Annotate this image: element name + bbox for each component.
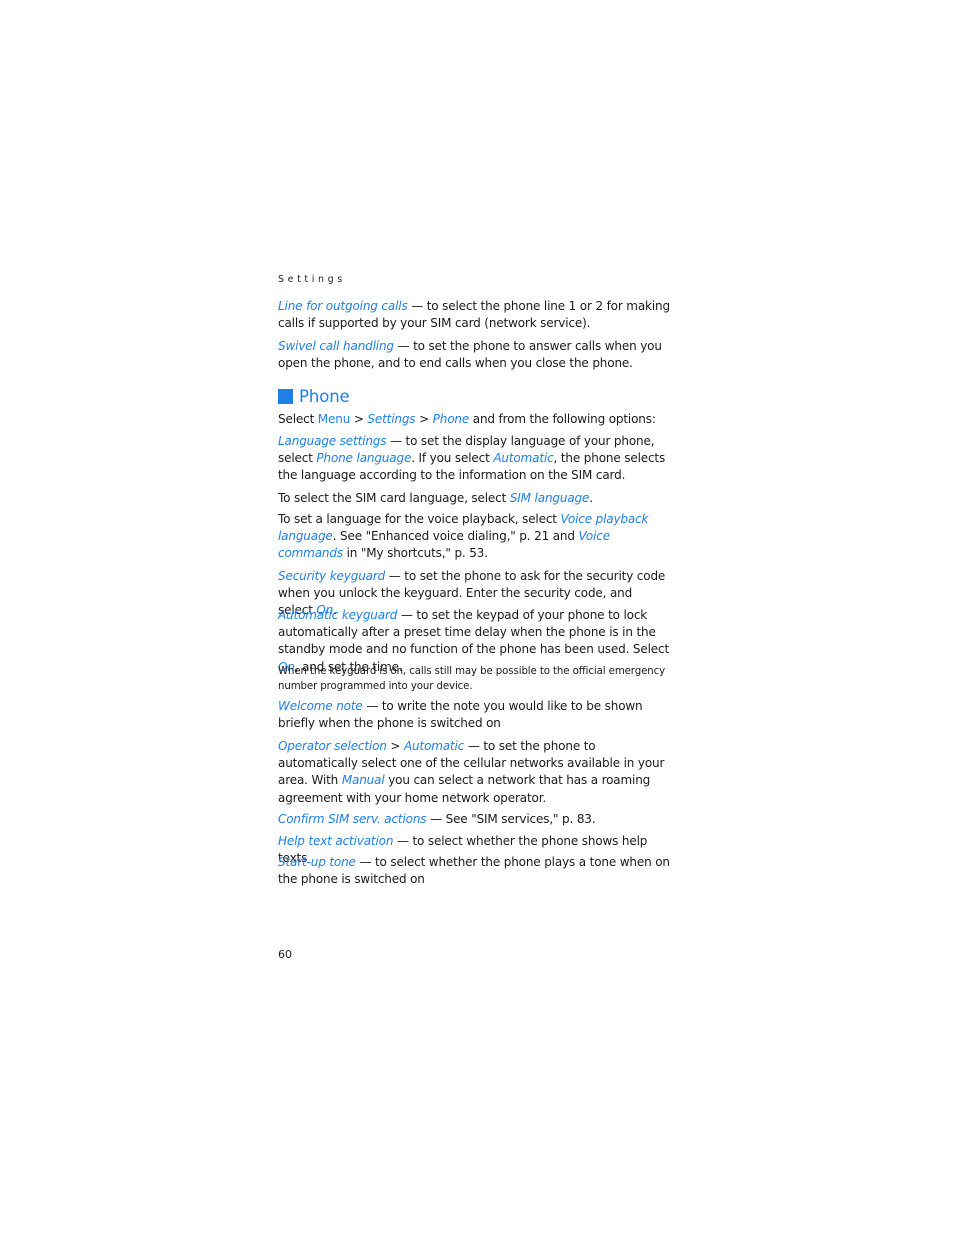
term-link[interactable]: Confirm SIM serv. actions — [278, 812, 427, 826]
item-text: — See "SIM services," p. 83. — [426, 812, 596, 826]
option-automatic[interactable]: Automatic — [493, 451, 553, 465]
item-sim-language: To select the SIM card language, select … — [278, 490, 670, 507]
term-link[interactable]: Security keyguard — [278, 569, 385, 583]
term-link[interactable]: Line for outgoing calls — [278, 299, 408, 313]
option-sim-language[interactable]: SIM language — [510, 491, 590, 505]
term-link[interactable]: Help text activation — [278, 834, 393, 848]
item-text: . See "Enhanced voice dialing," p. 21 an… — [332, 529, 579, 544]
term-link[interactable]: Start-up tone — [278, 855, 356, 869]
item-text: To set a language for the voice playback… — [278, 512, 561, 526]
term-link[interactable]: Swivel call handling — [278, 339, 394, 353]
item-swivel-call-handling: Swivel call handling — to set the phone … — [278, 338, 670, 372]
path-phone[interactable]: Phone — [433, 412, 470, 426]
intro-text: and from the following options: — [469, 412, 656, 426]
keyguard-note: When the keyguard is on, calls still may… — [278, 666, 666, 693]
option-manual[interactable]: Manual — [342, 773, 385, 787]
path-settings[interactable]: Settings — [367, 412, 415, 426]
running-head: Settings — [278, 274, 346, 285]
term-link[interactable]: Automatic keyguard — [278, 608, 397, 622]
path-separator: > — [386, 739, 404, 753]
item-line-for-outgoing-calls: Line for outgoing calls — to select the … — [278, 298, 670, 332]
section-heading: Phone — [278, 387, 350, 406]
item-operator-selection: Operator selection > Automatic — to set … — [278, 738, 670, 807]
intro-text: Select — [278, 412, 318, 426]
path-separator: > — [350, 412, 368, 426]
path-separator: > — [415, 412, 433, 426]
item-voice-playback: To set a language for the voice playback… — [278, 511, 670, 563]
term-link[interactable]: Welcome note — [278, 699, 363, 713]
item-welcome-note: Welcome note — to write the note you wou… — [278, 698, 670, 732]
page-number: 60 — [278, 948, 292, 961]
option-automatic[interactable]: Automatic — [404, 739, 464, 753]
item-language-settings: Language settings — to set the display l… — [278, 433, 670, 485]
section-intro: Select Menu > Settings > Phone and from … — [278, 411, 670, 428]
term-link[interactable]: Language settings — [278, 434, 386, 448]
menu-label[interactable]: Menu — [318, 412, 351, 426]
item-text: in "My shortcuts," p. 53. — [342, 546, 488, 561]
term-link[interactable]: Operator selection — [278, 739, 387, 753]
item-text: . — [589, 491, 593, 505]
heading-square-icon — [278, 389, 293, 404]
option-phone-language[interactable]: Phone language — [316, 451, 411, 465]
item-text: To select the SIM card language, select — [278, 491, 510, 505]
section-title: Phone — [299, 387, 350, 406]
item-text: . If you select — [411, 451, 494, 466]
item-start-up-tone: Start-up tone — to select whether the ph… — [278, 854, 670, 888]
item-confirm-sim-actions: Confirm SIM serv. actions — See "SIM ser… — [278, 811, 670, 828]
